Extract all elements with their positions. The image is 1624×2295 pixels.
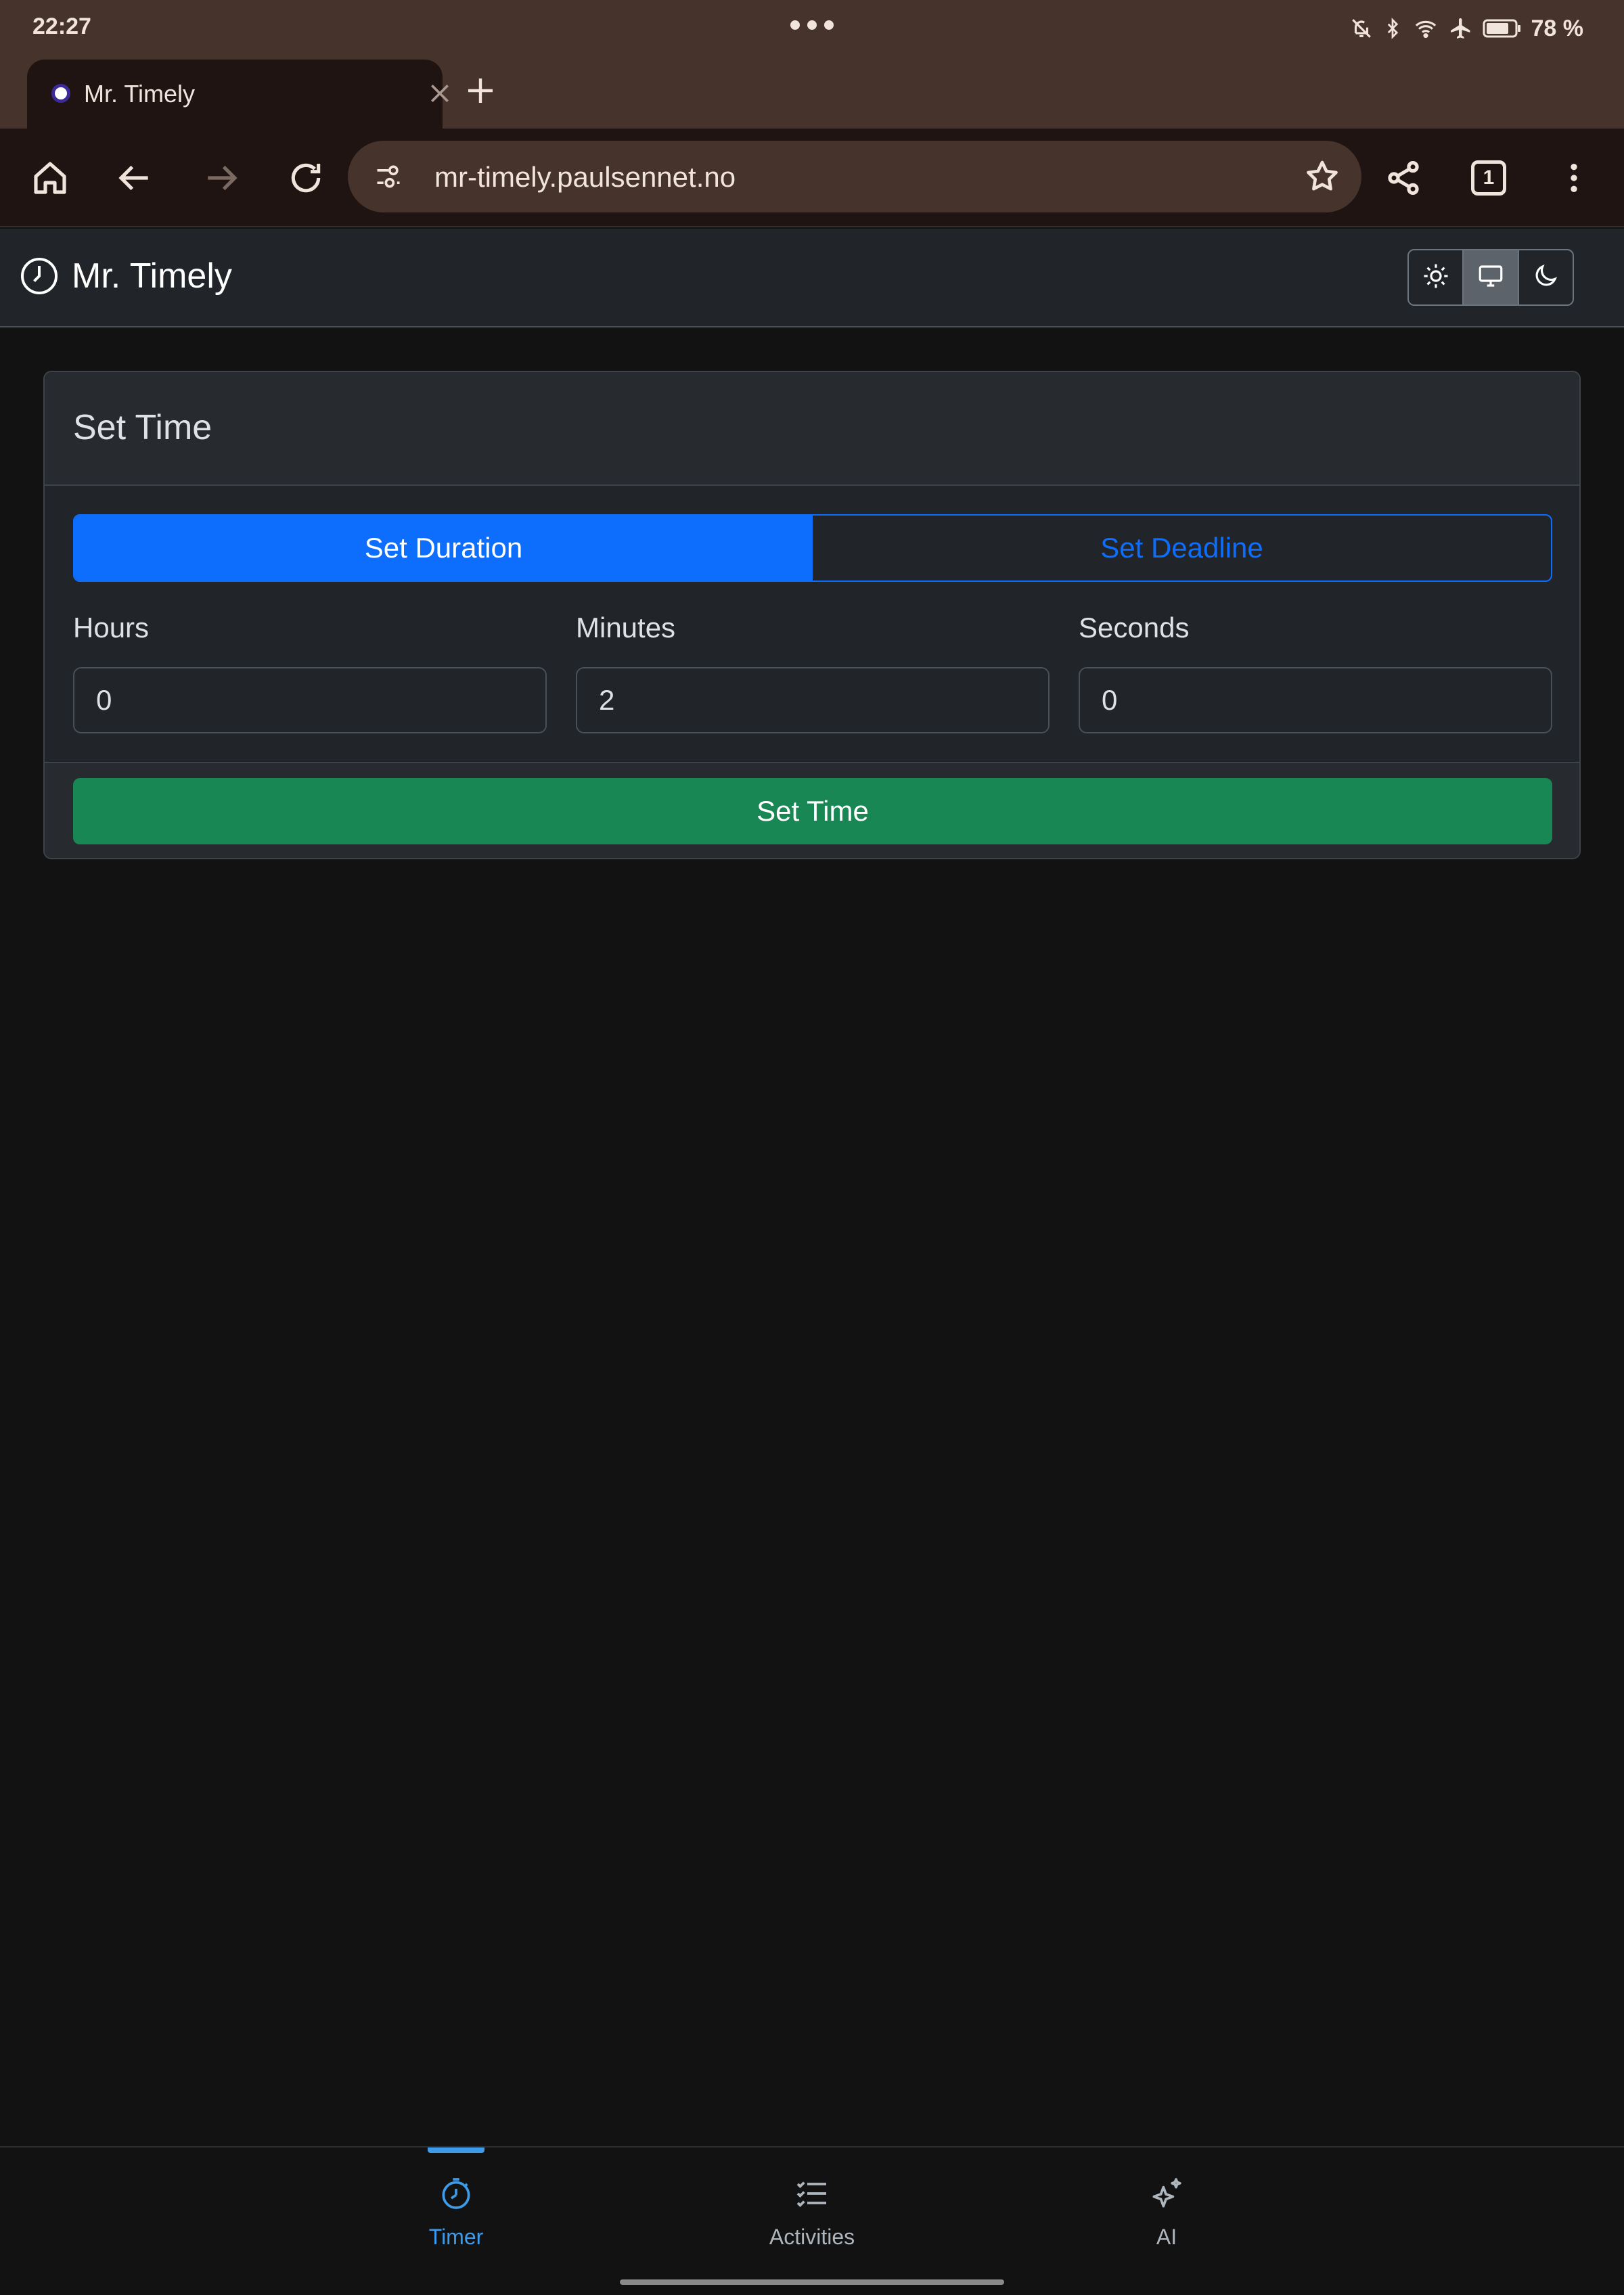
browser-tab-strip: Mr. Timely — [0, 57, 1624, 129]
browser-tab[interactable]: Mr. Timely — [27, 60, 449, 129]
card-header: Set Time — [45, 372, 1579, 486]
nav-label-activities: Activities — [769, 2225, 855, 2249]
hours-field: Hours — [73, 608, 547, 733]
new-tab-icon[interactable] — [464, 74, 497, 107]
back-icon[interactable] — [108, 151, 162, 205]
status-bar: 22:27 78 % — [0, 0, 1624, 57]
home-icon[interactable] — [23, 151, 77, 205]
seconds-field: Seconds — [1079, 608, 1552, 733]
dark-theme-button[interactable] — [1517, 250, 1573, 304]
monitor-icon — [1476, 262, 1505, 294]
bookmark-star-icon[interactable] — [1303, 158, 1341, 199]
sun-icon — [1422, 262, 1450, 294]
status-icons: 78 % — [1350, 12, 1584, 45]
moon-icon — [1531, 262, 1560, 294]
tab-switcher-button[interactable]: 1 — [1462, 151, 1516, 205]
share-icon[interactable] — [1376, 151, 1430, 205]
app-navbar — [0, 229, 1624, 327]
sparkles-icon — [1145, 2172, 1188, 2215]
clock-icon — [19, 256, 60, 300]
brand-title[interactable]: Mr. Timely — [72, 256, 232, 296]
minutes-field: Minutes — [576, 608, 1050, 733]
hours-input[interactable] — [73, 667, 547, 733]
light-theme-button[interactable] — [1409, 250, 1462, 304]
reload-icon[interactable] — [279, 151, 333, 205]
battery-percent: 78 % — [1531, 15, 1584, 41]
set-duration-tab[interactable]: Set Duration — [74, 516, 813, 581]
seconds-input[interactable] — [1079, 667, 1552, 733]
set-time-button[interactable]: Set Time — [73, 778, 1552, 844]
set-deadline-tab[interactable]: Set Deadline — [813, 516, 1551, 581]
checklist-icon — [790, 2172, 834, 2215]
battery-icon — [1483, 18, 1522, 39]
tab-count: 1 — [1471, 160, 1506, 196]
nav-label-timer: Timer — [428, 2225, 484, 2249]
close-tab-icon[interactable] — [426, 80, 453, 107]
minutes-input[interactable] — [576, 667, 1050, 733]
tab-title: Mr. Timely — [84, 80, 196, 108]
browser-toolbar: mr-timely.paulsennet.no 1 — [0, 129, 1624, 227]
address-bar[interactable]: mr-timely.paulsennet.no — [348, 141, 1361, 212]
wifi-icon — [1412, 17, 1439, 40]
card-footer: Set Time — [45, 762, 1579, 858]
favicon-icon — [51, 84, 70, 103]
home-indicator[interactable] — [620, 2279, 1004, 2285]
site-settings-icon[interactable] — [374, 162, 403, 195]
active-indicator — [428, 2148, 484, 2153]
minutes-label: Minutes — [576, 612, 676, 643]
url-text: mr-timely.paulsennet.no — [434, 161, 736, 193]
bluetooth-icon — [1382, 17, 1403, 40]
more-menu-icon[interactable] — [1547, 151, 1601, 205]
forward-icon[interactable] — [194, 151, 248, 205]
airplane-icon — [1449, 16, 1473, 41]
stopwatch-icon — [434, 2172, 478, 2215]
hours-label: Hours — [73, 612, 150, 643]
nav-item-ai[interactable]: AI — [1065, 2148, 1268, 2283]
card-title: Set Time — [73, 408, 212, 447]
bottom-nav: Timer Activities AI — [0, 2146, 1624, 2295]
mute-icon — [1350, 17, 1373, 40]
more-dots-icon — [790, 20, 834, 31]
mode-toggle: Set Duration Set Deadline — [73, 514, 1552, 582]
status-time: 22:27 — [32, 14, 91, 39]
theme-toggle-group — [1407, 249, 1574, 306]
system-theme-button[interactable] — [1462, 250, 1518, 304]
seconds-label: Seconds — [1079, 612, 1190, 643]
nav-item-activities[interactable]: Activities — [710, 2148, 914, 2283]
set-time-card: Set Time Set Duration Set Deadline Hours… — [43, 371, 1581, 859]
nav-label-ai: AI — [1156, 2225, 1177, 2249]
nav-item-timer[interactable]: Timer — [355, 2148, 558, 2283]
